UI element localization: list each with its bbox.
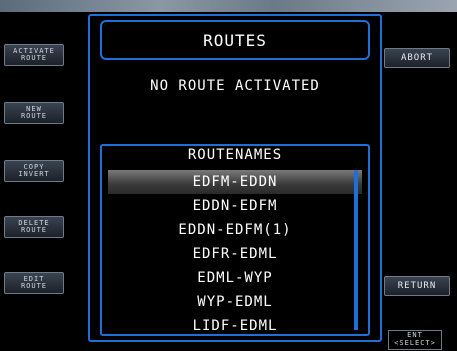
page-title: ROUTES (203, 30, 267, 50)
softkey-label-line2: ROUTE (20, 282, 48, 290)
copy-invert-softkey[interactable]: COPY INVERT (4, 160, 64, 182)
softkey-label-line2: ROUTE (20, 112, 48, 120)
route-list-item[interactable]: EDDN-EDFM (108, 194, 362, 218)
activate-route-softkey[interactable]: ACTIVATE ROUTE (4, 44, 64, 66)
route-list-scrollbar[interactable] (354, 170, 358, 330)
enter-key-label: ENT (407, 331, 423, 339)
display-bezel-top (0, 0, 457, 12)
return-softkey[interactable]: RETURN (384, 276, 450, 296)
softkey-label-line2: ROUTE (20, 226, 48, 234)
route-list-item[interactable]: WYP-EDML (108, 290, 362, 314)
route-list-item[interactable]: EDFR-EDML (108, 242, 362, 266)
select-key-label: <SELECT> (394, 339, 436, 347)
route-list-item-selected[interactable]: EDFM-EDDN (108, 170, 362, 194)
route-list-item[interactable]: EDDN-EDFM(1) (108, 218, 362, 242)
route-list-item[interactable]: EDML-WYP (108, 266, 362, 290)
abort-softkey[interactable]: ABORT (384, 48, 450, 68)
edit-route-softkey[interactable]: EDIT ROUTE (4, 272, 64, 294)
routenames-header: ROUTENAMES (187, 147, 283, 163)
softkey-label-line2: ROUTE (20, 54, 48, 62)
routenames-list: EDFM-EDDN EDDN-EDFM EDDN-EDFM(1) EDFR-ED… (108, 170, 362, 338)
enter-select-key[interactable]: ENT <SELECT> (388, 330, 442, 350)
abort-label: ABORT (400, 53, 434, 63)
route-list-item[interactable]: LIDF-EDML (108, 314, 362, 338)
route-status-text: NO ROUTE ACTIVATED (150, 78, 320, 94)
softkey-label-line2: INVERT (18, 170, 50, 178)
delete-route-softkey[interactable]: DELETE ROUTE (4, 216, 64, 238)
page-title-box: ROUTES (100, 20, 370, 60)
new-route-softkey[interactable]: NEW ROUTE (4, 102, 64, 124)
return-label: RETURN (397, 281, 437, 291)
